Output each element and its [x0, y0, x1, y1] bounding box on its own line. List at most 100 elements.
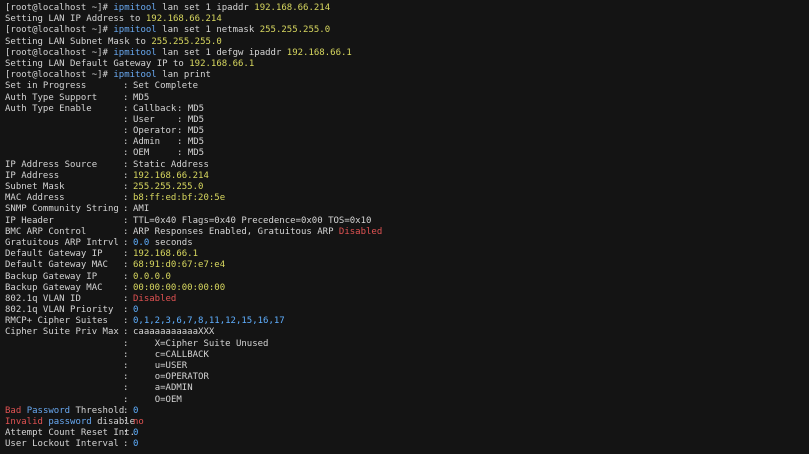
cipher-legend-item: O=OEM	[154, 394, 182, 405]
row-key: IP Header	[5, 215, 54, 226]
row-key: Cipher Suite Priv Max	[5, 327, 119, 338]
row-value: TTL=0x40 Flags=0x40 Precedence=0x00 TOS=…	[133, 215, 372, 226]
cipher-legend-item: c=CALLBACK	[154, 349, 209, 360]
lan-row-backup-gw-mac: Backup Gateway MAC:00:00:00:00:00:00	[5, 283, 804, 294]
row-separator: :	[177, 148, 188, 159]
lan-row-user-lockout-interval: User Lockout Interval:0	[5, 439, 804, 450]
lan-row-mac-address: MAC Address: b8:ff:ed:bf:20:5e	[5, 193, 804, 204]
command-args: lan print	[162, 70, 211, 81]
lan-row-bmc-arp: BMC ARP Control: ARP Responses Enabled, G…	[5, 227, 804, 238]
output-value: 255.255.255.0	[151, 36, 222, 47]
cipher-legend-item: o=OPERATOR	[154, 372, 209, 383]
row-value: 00:00:00:00:00:00	[133, 282, 226, 293]
output-value: 192.168.66.214	[145, 14, 222, 25]
cipher-legend-row: : o=OPERATOR	[5, 372, 804, 383]
row-value: MD5	[133, 92, 150, 103]
lan-row-auth-type-enable-cont: : Operator: MD5	[5, 126, 804, 137]
row-value-unit: seconds	[154, 237, 193, 248]
lan-row-auth-type-enable-cont: : Admin: MD5	[5, 137, 804, 148]
command-value: 192.168.66.214	[254, 3, 331, 13]
command-output: Setting LAN IP Address to 192.168.66.214	[5, 14, 804, 25]
row-key-part: Bad	[5, 405, 22, 416]
command-line: [root@localhost ~]# ipmitool lan set 1 n…	[5, 25, 804, 36]
row-value: 0	[133, 305, 139, 316]
lan-row-subnet-mask: Subnet Mask:255.255.255.0	[5, 182, 804, 193]
cipher-legend-row: : X=Cipher Suite Unused	[5, 339, 804, 350]
row-value: 192.168.66.214	[133, 170, 209, 181]
row-separator: :	[123, 148, 129, 159]
row-key-part: Invalid	[5, 416, 43, 427]
row-separator: :	[123, 428, 129, 439]
row-key: Bad Password Threshold	[5, 405, 125, 417]
terminal-window[interactable]: [root@localhost ~]# ipmitool lan set 1 i…	[0, 0, 809, 454]
shell-prompt: [root@localhost ~]#	[5, 47, 108, 58]
row-separator: :	[123, 372, 129, 383]
row-value: 0.0.0.0	[133, 271, 171, 282]
row-separator: :	[177, 126, 188, 137]
row-separator: :	[123, 182, 129, 192]
output-value: 192.168.66.1	[189, 58, 255, 69]
row-separator: :	[123, 237, 129, 248]
command-value: 255.255.255.0	[259, 25, 331, 36]
command-tool: ipmitool	[113, 3, 157, 13]
lan-row-set-in-progress: Set in Progress: Set Complete	[5, 81, 804, 92]
row-separator: :	[123, 316, 129, 327]
row-separator: :	[123, 327, 129, 338]
row-key: SNMP Community String	[5, 204, 119, 215]
row-separator: :	[123, 282, 129, 293]
row-separator: :	[123, 159, 129, 170]
cipher-legend-item: u=USER	[154, 361, 188, 371]
row-value: 0	[133, 439, 139, 450]
row-key: IP Address	[5, 170, 60, 181]
row-key: Backup Gateway IP	[5, 271, 98, 282]
lan-row-ip-address: IP Address:192.168.66.214	[5, 171, 804, 182]
row-value: 0.0	[133, 237, 150, 248]
row-key: Subnet Mask	[5, 182, 65, 192]
row-separator: :	[123, 249, 129, 260]
command-line: [root@localhost ~]# ipmitool lan set 1 d…	[5, 48, 804, 59]
cipher-legend-row: : u=USER	[5, 361, 804, 372]
command-line: [root@localhost ~]# ipmitool lan print	[5, 70, 804, 81]
row-separator: :	[123, 81, 129, 92]
row-separator: :	[123, 92, 129, 103]
row-separator: :	[123, 305, 129, 316]
auth-role-name: OEM	[133, 148, 150, 159]
shell-prompt: [root@localhost ~]#	[5, 3, 108, 13]
auth-role-value: MD5	[187, 137, 205, 148]
row-key-part: Threshold	[75, 405, 125, 416]
lan-row-bad-password-threshold: Bad Password Threshold: 0	[5, 406, 804, 417]
row-separator: :	[123, 349, 129, 360]
row-key: Backup Gateway MAC	[5, 282, 103, 293]
row-value: 192.168.66.1	[133, 249, 199, 260]
row-value: ARP Responses Enabled, Gratuitous ARP	[133, 226, 334, 237]
row-value: 0,1,2,3,6,7,8,11,12,15,16,17	[133, 316, 285, 327]
auth-role-value: MD5	[187, 114, 205, 125]
row-separator: :	[123, 383, 129, 394]
lan-row-vlan-priority: 802.1q VLAN Priority:0	[5, 305, 804, 316]
row-value: 255.255.255.0	[133, 182, 204, 192]
row-separator: :	[123, 361, 129, 371]
row-key: Auth Type Enable	[5, 103, 92, 114]
auth-role-value: MD5	[187, 126, 205, 137]
row-separator: :	[123, 204, 129, 215]
row-separator: :	[123, 260, 129, 271]
lan-row-default-gw-mac: Default Gateway MAC:68:91:d0:67:e7:e4	[5, 260, 804, 271]
row-separator: :	[123, 193, 129, 204]
row-separator: :	[123, 271, 129, 282]
row-key: Gratuitous ARP Intrvl	[5, 237, 119, 248]
lan-row-auth-type-enable-cont: : OEM: MD5	[5, 148, 804, 159]
row-key: Set in Progress	[5, 81, 87, 92]
shell-prompt: [root@localhost ~]#	[5, 25, 108, 36]
row-separator: :	[123, 126, 129, 137]
lan-row-rmcp-cipher: RMCP+ Cipher Suites:0,1,2,3,6,7,8,11,12,…	[5, 316, 804, 327]
lan-row-backup-gw-ip: Backup Gateway IP:0.0.0.0	[5, 272, 804, 283]
row-value: Static Address	[133, 159, 209, 170]
cipher-legend-item: X=Cipher Suite Unused	[154, 338, 269, 349]
lan-row-ip-source: IP Address Source: Static Address	[5, 160, 804, 171]
row-value: Set Complete	[133, 81, 199, 92]
command-args: lan set 1 ipaddr	[162, 3, 249, 13]
row-separator: :	[123, 215, 129, 226]
row-key: 802.1q VLAN ID	[5, 293, 81, 304]
row-separator: :	[123, 394, 129, 405]
auth-role-name: Callback	[133, 103, 177, 114]
